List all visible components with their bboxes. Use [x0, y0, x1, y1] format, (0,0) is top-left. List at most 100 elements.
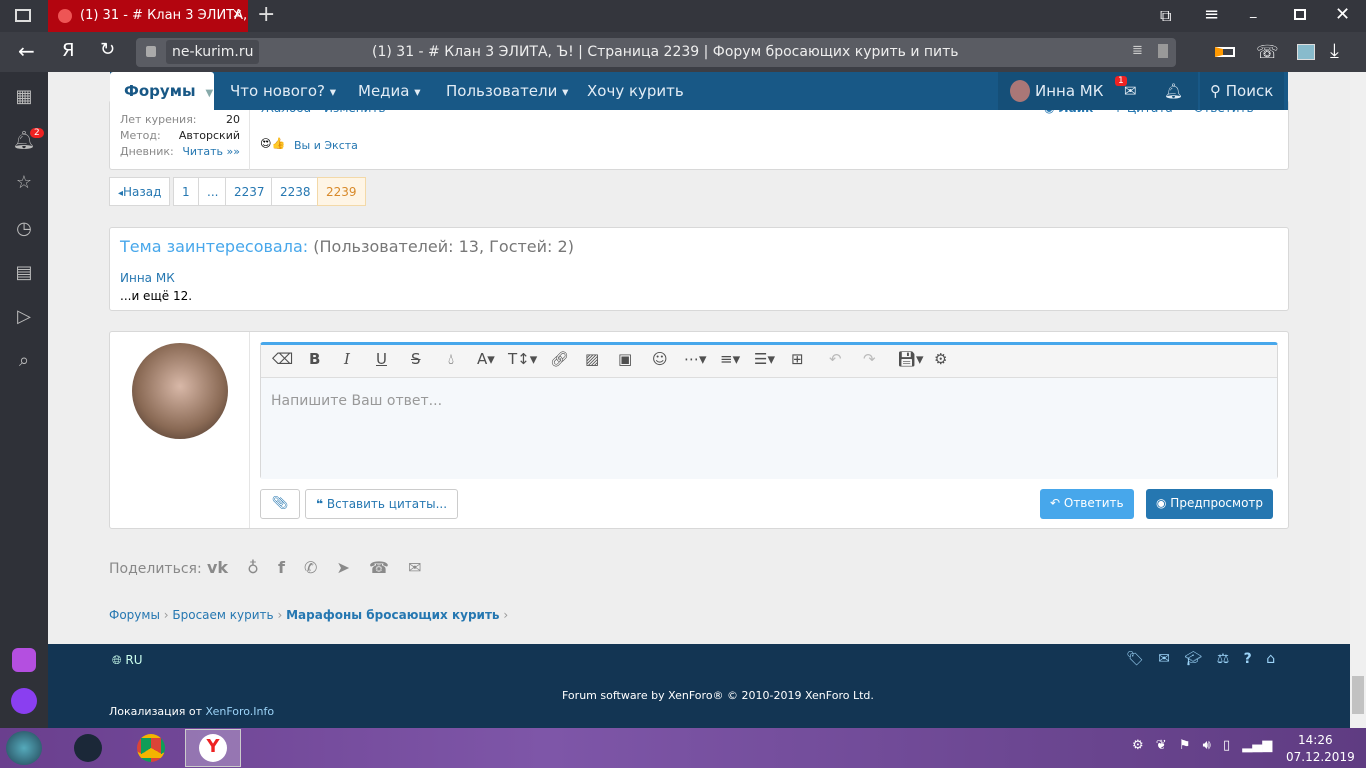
reload-icon[interactable]: ↻: [100, 39, 115, 60]
xenforo-info-link[interactable]: XenForo.Info: [206, 705, 275, 718]
apps-icon[interactable]: ▦: [12, 86, 36, 110]
scales-icon[interactable]: ⚖: [1217, 651, 1230, 667]
tab-panel-icon[interactable]: [15, 9, 31, 22]
ok-icon[interactable]: ♁: [247, 558, 259, 577]
attach-button[interactable]: 📎︎: [260, 489, 300, 519]
restore-icon[interactable]: [1294, 9, 1306, 20]
language-chooser[interactable]: 🌐︎ RU: [112, 653, 143, 668]
contact-icon[interactable]: ✉: [1158, 651, 1170, 667]
vk-icon[interactable]: vk: [207, 558, 228, 577]
interested-user[interactable]: Инна МК: [120, 271, 175, 285]
nav-members[interactable]: Пользователи ▾: [446, 82, 568, 100]
nav-forums[interactable]: Форумы ▼: [110, 72, 214, 110]
browser-tab[interactable]: (1) 31 - # Клан 3 ЭЛИТА, Ъ!: [48, 0, 248, 32]
new-tab-icon[interactable]: +: [257, 2, 275, 27]
bookmarks-icon[interactable]: ⧉: [1160, 6, 1171, 26]
reader-icon[interactable]: ≣: [1132, 43, 1143, 58]
page-2238[interactable]: 2238: [271, 177, 320, 206]
steam-icon[interactable]: [74, 734, 102, 762]
page-1[interactable]: 1: [173, 177, 199, 206]
battery-icon[interactable]: ▯: [1223, 738, 1230, 753]
clock-date[interactable]: 07.12.2019: [1286, 750, 1355, 764]
alice-store-icon[interactable]: [12, 648, 36, 672]
more-icon[interactable]: ⋯▾: [684, 350, 707, 368]
undo-icon[interactable]: ↶: [829, 350, 842, 368]
smilie-icon[interactable]: ☺: [652, 350, 668, 368]
preview-button[interactable]: ◉ Предпросмотр: [1146, 489, 1274, 519]
bookmark-icon[interactable]: [1158, 44, 1168, 58]
clock-time[interactable]: 14:26: [1298, 733, 1333, 747]
insert-quotes-button[interactable]: ❝ Вставить цитаты...: [305, 489, 459, 519]
reactions-link[interactable]: Вы и Экста: [294, 139, 358, 152]
underline-icon[interactable]: U: [376, 350, 387, 368]
tray-app-icon[interactable]: ⚙: [1132, 738, 1144, 753]
favorites-icon[interactable]: ☆: [12, 172, 36, 196]
back-icon[interactable]: ←: [18, 39, 35, 63]
nav-whats-new[interactable]: Что нового? ▾: [230, 82, 336, 100]
alice-icon[interactable]: [11, 688, 37, 714]
facebook-icon[interactable]: f: [278, 558, 285, 577]
telegram-icon[interactable]: ➤: [337, 558, 350, 577]
pagination-prev[interactable]: ◂Назад: [109, 177, 171, 206]
nav-media[interactable]: Медиа ▾: [358, 82, 421, 100]
page-ellipsis[interactable]: ...: [198, 177, 228, 206]
diary-link[interactable]: Читать »»: [182, 145, 240, 158]
volume-icon[interactable]: 🔊︎: [1203, 738, 1211, 753]
reply-button[interactable]: ↶ Ответить: [1040, 489, 1134, 519]
clear-format-icon[interactable]: ⌫: [272, 350, 293, 368]
breadcrumb-marathons[interactable]: Марафоны бросающих курить: [286, 608, 499, 622]
drafts-icon[interactable]: 💾︎▾: [897, 350, 924, 368]
battery-saver-icon[interactable]: [1215, 47, 1235, 57]
color-icon[interactable]: 💧︎: [448, 350, 454, 368]
chrome-icon[interactable]: [137, 734, 165, 762]
help-terms-icon[interactable]: 🎓︎: [1184, 651, 1202, 667]
close-tab-icon[interactable]: ×: [232, 7, 243, 22]
image-icon[interactable]: ▨: [585, 350, 599, 368]
page-2239-current[interactable]: 2239: [317, 177, 366, 206]
table-icon[interactable]: ⊞: [791, 350, 804, 368]
extension-icon[interactable]: ☏: [1256, 42, 1279, 63]
breadcrumb-forums[interactable]: Форумы: [109, 608, 160, 622]
video-icon[interactable]: ▷: [12, 306, 36, 330]
font-size-icon[interactable]: T↕▾: [508, 350, 537, 368]
yandex-logo-icon[interactable]: Я: [62, 40, 75, 61]
action-center-icon[interactable]: ⚑: [1179, 738, 1191, 753]
strike-icon[interactable]: S: [411, 350, 421, 368]
alerts-icon[interactable]: 🔔︎: [1164, 82, 1183, 100]
email-icon[interactable]: ✉: [408, 558, 421, 577]
viber-icon[interactable]: ☎: [369, 558, 389, 577]
image-extension-icon[interactable]: [1297, 44, 1315, 60]
zen-icon[interactable]: ▤: [12, 262, 36, 286]
tray-leaf-icon[interactable]: ❦: [1156, 738, 1167, 753]
search-button[interactable]: ⚲ Поиск: [1200, 72, 1284, 110]
list-icon[interactable]: ☰▾: [754, 350, 775, 368]
whatsapp-icon[interactable]: ✆: [304, 558, 317, 577]
italic-icon[interactable]: I: [344, 350, 350, 368]
align-icon[interactable]: ≡▾: [720, 350, 740, 368]
nav-want-smoke[interactable]: Хочу курить: [587, 82, 684, 100]
menu-icon[interactable]: ≡: [1204, 4, 1219, 25]
media-icon[interactable]: ▣: [618, 350, 632, 368]
redo-icon[interactable]: ↷: [863, 350, 876, 368]
help-icon[interactable]: ?: [1244, 651, 1252, 667]
page-2237[interactable]: 2237: [225, 177, 274, 206]
link-icon[interactable]: 🔗︎: [550, 350, 569, 368]
copyright[interactable]: Forum software by XenForo® © 2010-2019 X…: [562, 689, 874, 702]
home-icon[interactable]: ⌂: [1266, 651, 1275, 667]
user-name[interactable]: Инна МК: [1035, 82, 1103, 100]
network-icon[interactable]: ▂▄▆: [1242, 738, 1272, 753]
scrollbar[interactable]: [1350, 72, 1366, 728]
start-button[interactable]: [6, 731, 42, 765]
close-window-icon[interactable]: ✕: [1335, 4, 1350, 25]
download-icon[interactable]: ⤓: [1330, 38, 1339, 62]
settings-icon[interactable]: ⚙: [934, 350, 947, 368]
search-doc-icon[interactable]: ⌕: [12, 350, 36, 374]
tag-icon[interactable]: 🏷︎: [1126, 651, 1144, 667]
minimize-icon[interactable]: _: [1250, 4, 1257, 19]
bold-icon[interactable]: B: [309, 350, 320, 368]
url-field[interactable]: ne-kurim.ru (1) 31 - # Клан 3 ЭЛИТА, Ъ! …: [136, 38, 1176, 67]
history-icon[interactable]: ◷: [12, 218, 36, 242]
breadcrumb-quit[interactable]: Бросаем курить: [172, 608, 273, 622]
scroll-thumb[interactable]: [1352, 676, 1364, 714]
font-icon[interactable]: A▾: [477, 350, 495, 368]
